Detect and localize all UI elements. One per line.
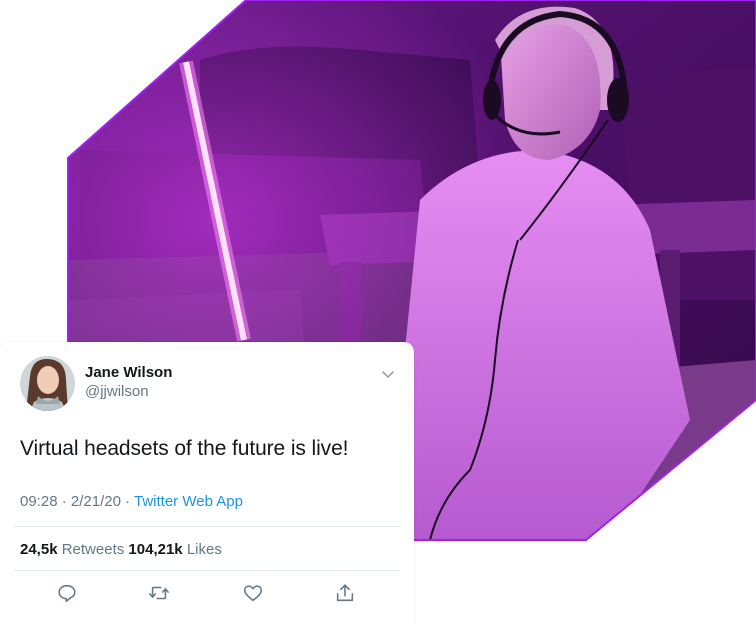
likes-label: Likes — [182, 541, 222, 558]
tweet-stats: 24,5k Retweets 104,21k Likes — [20, 541, 222, 558]
avatar-image — [20, 356, 75, 411]
avatar[interactable] — [20, 356, 75, 411]
retweets-count: 24,5k — [20, 541, 58, 558]
user-name[interactable]: Jane Wilson — [85, 364, 172, 381]
likes-stat[interactable]: 104,21k Likes — [128, 541, 221, 558]
retweets-stat[interactable]: 24,5k Retweets — [20, 541, 124, 558]
user-handle[interactable]: @jjwilson — [85, 383, 149, 400]
share-icon[interactable] — [334, 582, 356, 604]
tweet-source-link[interactable]: Twitter Web App — [134, 493, 243, 510]
tweet-time[interactable]: 09:28 — [20, 493, 58, 510]
likes-count: 104,21k — [128, 541, 183, 558]
reply-icon[interactable] — [56, 582, 78, 604]
heart-icon[interactable] — [242, 582, 264, 604]
divider — [14, 526, 400, 527]
tweet-date[interactable]: 2/21/20 — [71, 493, 121, 510]
divider — [14, 570, 400, 571]
page: Jane Wilson @jjwilson Virtual headsets o… — [0, 0, 756, 625]
tweet-card[interactable]: Jane Wilson @jjwilson Virtual headsets o… — [0, 342, 414, 625]
meta-separator: · — [57, 493, 71, 510]
chevron-down-icon[interactable] — [380, 366, 396, 382]
meta-separator: · — [120, 493, 134, 510]
retweets-label: Retweets — [57, 541, 125, 558]
tweet-meta: 09:28 · 2/21/20 · Twitter Web App — [20, 493, 243, 510]
tweet-text: Virtual headsets of the future is live! — [20, 437, 349, 460]
retweet-icon[interactable] — [148, 582, 170, 604]
